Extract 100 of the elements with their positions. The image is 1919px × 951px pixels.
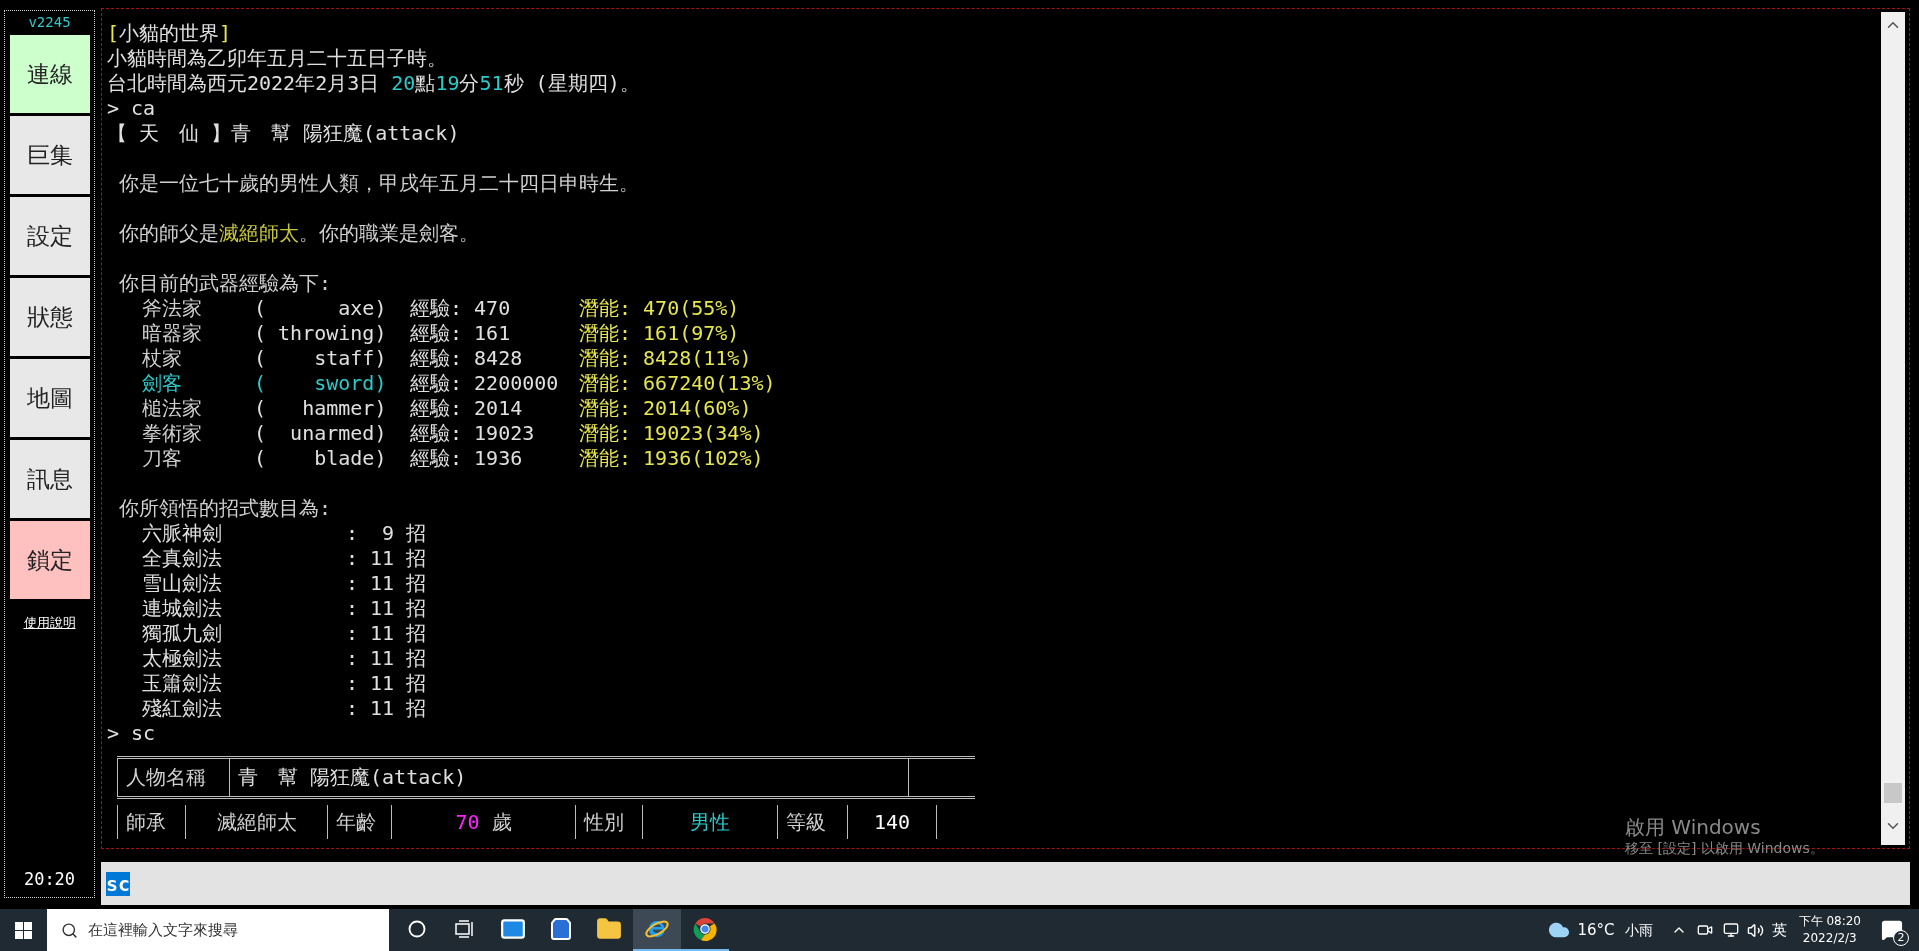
skill-name: 玉簫劍法 [142, 671, 223, 696]
terminal-text: 年齡 [336, 809, 376, 835]
terminal-text: 你是一位七十歲的男性人類，甲戌年五月二十四日申時生。 [118, 171, 640, 195]
weather-text: 小雨 [1624, 920, 1653, 940]
weapon-potential: 潛能: 2014(60%) [579, 396, 752, 421]
weapon-name: 暗器家 [142, 321, 203, 346]
camera-icon[interactable] [1696, 922, 1713, 938]
weapon-experience: 經驗: 2200000 [410, 371, 560, 396]
weapon-skill: ( axe) [254, 296, 388, 321]
skill-count: : 9 招 [346, 521, 427, 546]
skill-count: : 11 招 [346, 621, 427, 646]
terminal-text: 你的師父是 [118, 221, 220, 245]
weapon-skill: ( unarmed) [254, 421, 388, 446]
monitor-icon[interactable] [1722, 922, 1739, 938]
skill-name: 連城劍法 [142, 596, 223, 621]
version-label: v2245 [28, 13, 71, 32]
weapon-potential: 潛能: 19023(34%) [579, 421, 764, 446]
notification-icon[interactable] [1881, 919, 1903, 941]
skill-count: : 11 招 [346, 696, 427, 721]
terminal-text: 19 [435, 71, 460, 95]
weapon-skill: ( blade) [254, 446, 388, 471]
weapon-name: 杖家 [142, 346, 183, 371]
weapon-name: 斧法家 [142, 296, 203, 321]
activation-title: 啟用 Windows [1625, 815, 1762, 839]
help-link[interactable]: 使用說明 [23, 613, 76, 633]
weapon-potential: 潛能: 667240(13%) [579, 371, 776, 396]
weapon-potential: 潛能: 8428(11%) [579, 346, 752, 371]
weapon-skill: ( hammer) [254, 396, 388, 421]
search-icon [61, 921, 78, 939]
weapon-experience: 經驗: 8428 [410, 346, 524, 371]
terminal-text: 70 [455, 809, 480, 835]
skill-name: 六脈神劍 [142, 521, 223, 546]
skill-name: 太極劍法 [142, 646, 223, 671]
terminal-text: 51 [479, 71, 504, 95]
terminal-text: 男性 [690, 809, 730, 835]
scrollbar[interactable] [1881, 12, 1905, 845]
skill-count: : 11 招 [346, 596, 427, 621]
terminal-text: 師承 [126, 809, 166, 835]
terminal-text: 你目前的武器經驗為下: [118, 271, 332, 295]
sidebar-button[interactable]: 設定 [9, 197, 90, 275]
notification-badge: 2 [1893, 930, 1909, 946]
terminal-text: 滅絕師太 [219, 221, 300, 245]
skill-name: 全真劍法 [142, 546, 223, 571]
terminal-text: 歲 [490, 809, 512, 835]
skill-count: : 11 招 [346, 646, 427, 671]
windows-logo-icon[interactable] [15, 921, 32, 939]
weapon-experience: 經驗: 470 [410, 296, 512, 321]
skill-count: : 11 招 [346, 671, 427, 696]
speaker-icon[interactable] [1746, 921, 1764, 939]
terminal-text: 。你的職業是劍客。 [299, 221, 480, 245]
weapon-experience: 經驗: 161 [410, 321, 512, 346]
sidebar-button[interactable]: 狀態 [9, 278, 90, 356]
ime-indicator[interactable]: 英 [1771, 918, 1787, 942]
weapon-experience: 經驗: 1936 [410, 446, 524, 471]
terminal-text: 【 天 仙 】青 幫 陽狂魔(attack) [107, 121, 460, 145]
terminal-text: 小貓時間為乙卯年五月二十五日子時。 [107, 46, 447, 70]
weapon-skill: ( staff) [254, 346, 388, 371]
taskbar-clock[interactable]: 下午 08:20 2022/2/3 [1798, 913, 1861, 947]
sidebar-button[interactable]: 地圖 [9, 359, 90, 437]
terminal-text: 秒 (星期四)。 [503, 71, 640, 95]
terminal-text: > sc [107, 721, 156, 745]
terminal-text: 人物名稱 [126, 765, 206, 790]
temperature-text: 16°C [1577, 919, 1615, 941]
terminal-text: 你所領悟的招式數目為: [118, 496, 332, 520]
sidebar-button[interactable]: 訊息 [9, 440, 90, 518]
weapon-skill: ( throwing) [254, 321, 388, 346]
skill-count: : 11 招 [346, 546, 427, 571]
sidebar-button[interactable]: 鎖定 [9, 521, 90, 599]
weapon-name: 劍客 [142, 371, 183, 396]
scrollbar-thumb[interactable] [1884, 783, 1902, 803]
weapon-potential: 潛能: 1936(102%) [579, 446, 764, 471]
input-field[interactable]: sc [101, 862, 1910, 905]
terminal-text: ] [219, 21, 232, 45]
terminal-text: 性別 [584, 809, 624, 835]
task-view-icon [455, 920, 475, 938]
sidebar-button[interactable]: 連線 [9, 35, 90, 113]
circle-icon [408, 920, 426, 938]
terminal-text: 小貓的世界 [119, 21, 220, 45]
terminal-text: 台北時間為西元2022年2月3日 [107, 71, 381, 95]
weapon-experience: 經驗: 19023 [410, 421, 536, 446]
terminal-text: 20 [391, 71, 416, 95]
chrome-logo-icon [693, 917, 717, 941]
skill-name: 獨孤九劍 [142, 621, 223, 646]
terminal-text: 滅絕師太 [216, 809, 297, 835]
weapon-potential: 潛能: 161(97%) [579, 321, 740, 346]
folder-icon [596, 916, 622, 942]
clock-text: 20:20 [23, 867, 76, 891]
terminal-text: > ca [107, 96, 156, 120]
terminal-text: 點 [415, 71, 436, 95]
skill-name: 殘紅劍法 [142, 696, 223, 721]
taskbar-search-field[interactable]: 在這裡輸入文字來搜尋 [47, 909, 389, 951]
skill-name: 雪山劍法 [142, 571, 223, 596]
skill-count: : 11 招 [346, 571, 427, 596]
weapon-name: 槌法家 [142, 396, 203, 421]
terminal-text: 青 幫 陽狂魔(attack) [238, 765, 467, 790]
weapon-experience: 經驗: 2014 [410, 396, 524, 421]
weapon-name: 刀客 [142, 446, 183, 471]
sidebar-button[interactable]: 巨集 [9, 116, 90, 194]
terminal-text: [ [107, 21, 120, 45]
terminal-text: 分 [459, 71, 480, 95]
